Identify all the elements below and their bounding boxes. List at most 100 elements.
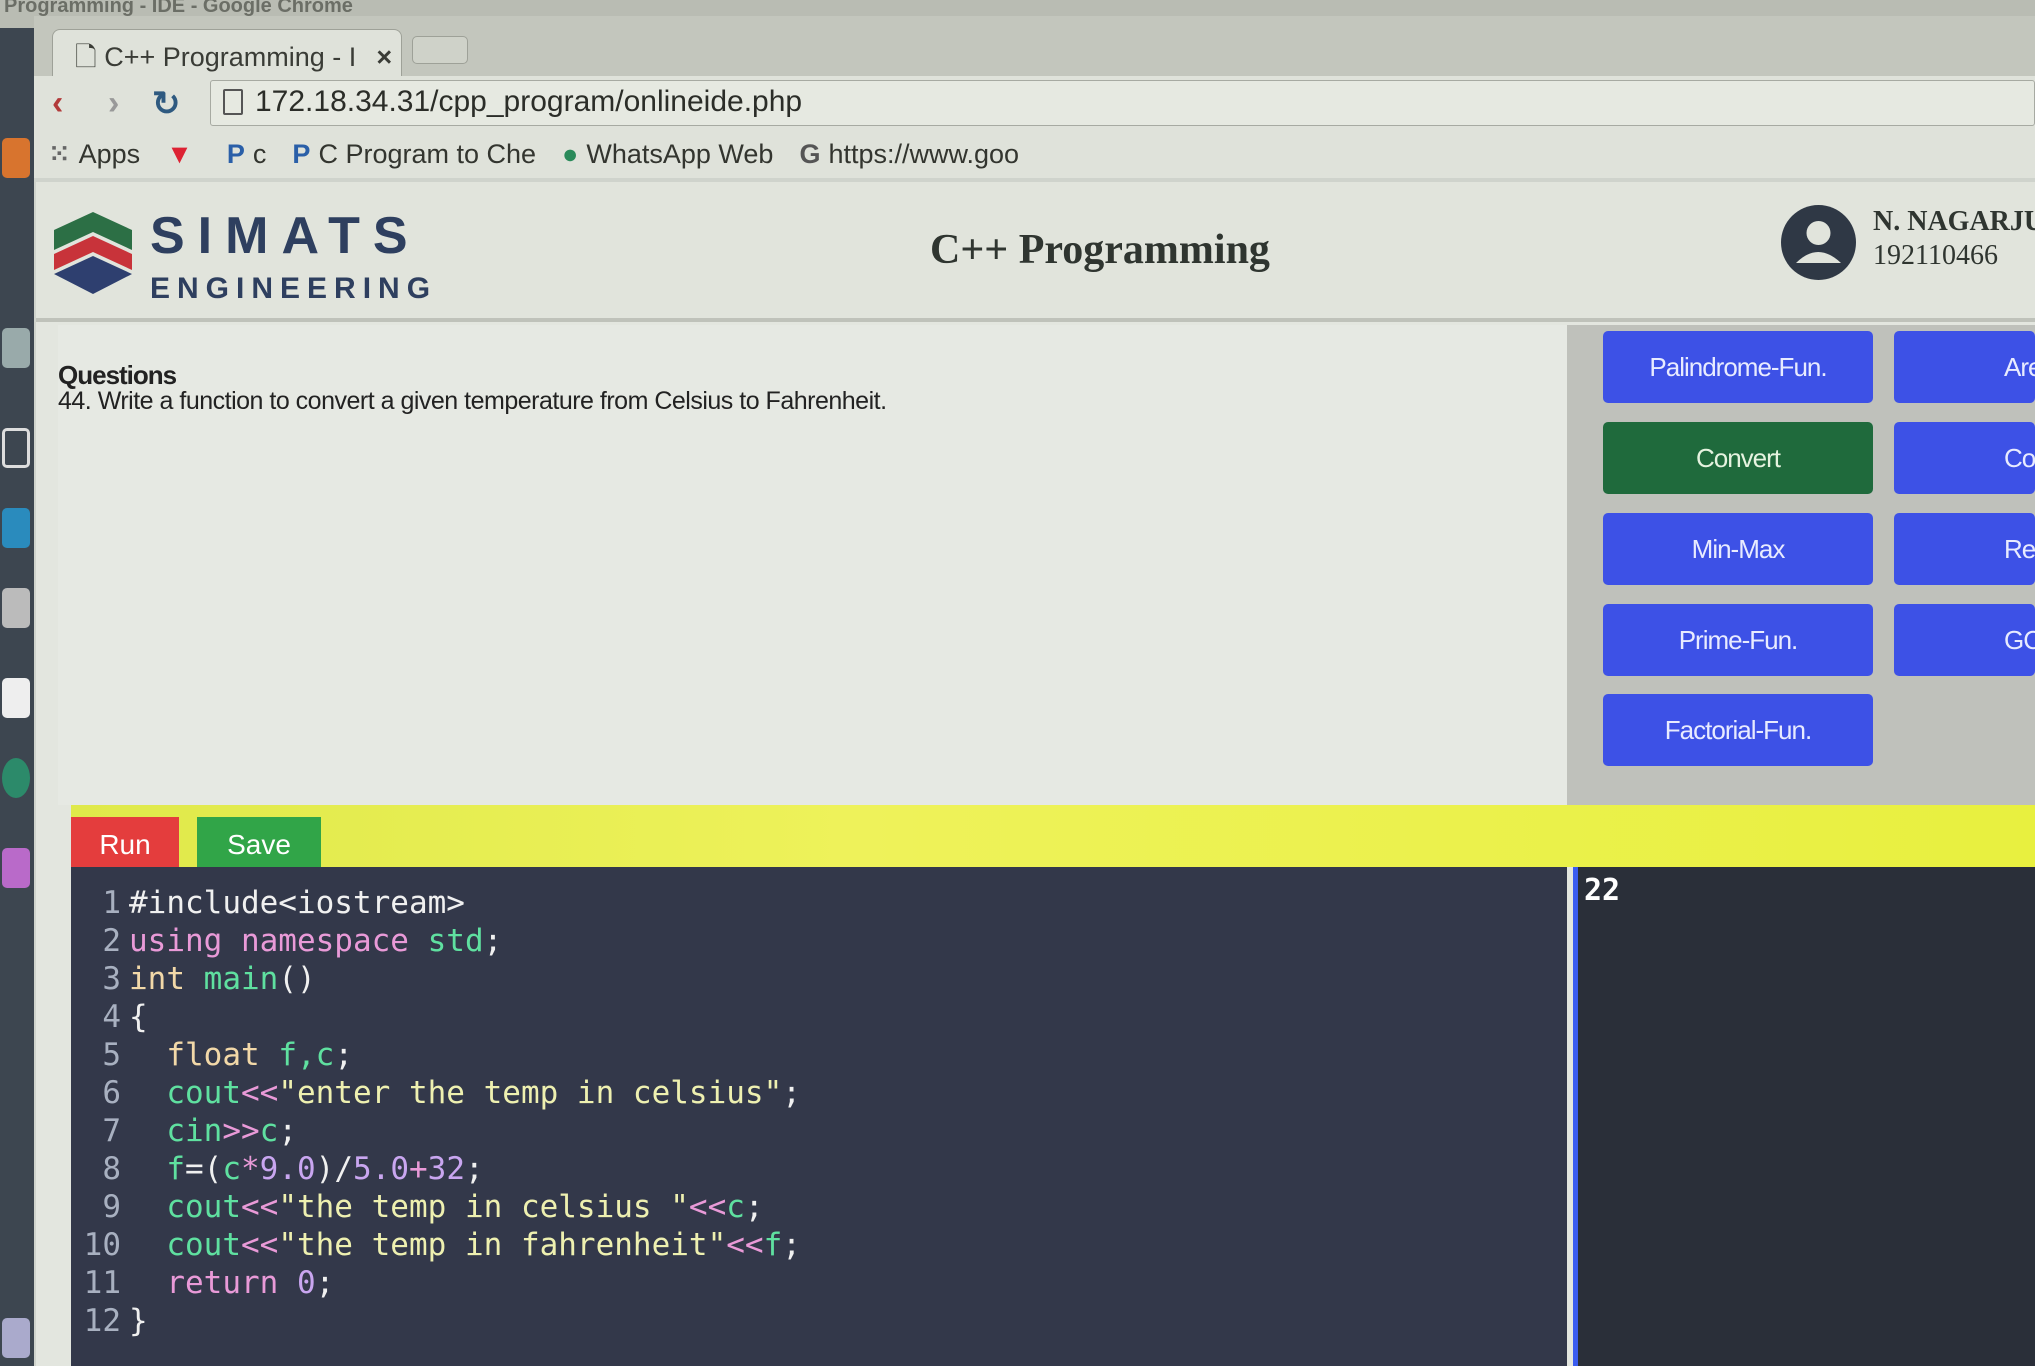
- dock-app-icon[interactable]: [2, 508, 30, 548]
- line-number: 12: [83, 1303, 121, 1339]
- code-line: 10 cout << "the temp in fahrenheit" << f;: [71, 1227, 1567, 1265]
- os-dock: [0, 28, 34, 1366]
- code-token: 5.0: [353, 1151, 409, 1187]
- dock-app-icon[interactable]: [2, 138, 30, 178]
- code-token: "the temp in celsius ": [278, 1189, 689, 1225]
- address-bar[interactable]: 172.18.34.31/cpp_program/onlineide.php: [210, 80, 2035, 126]
- code-token: 0: [296, 1265, 316, 1301]
- program-button[interactable]: Convert: [1603, 422, 1873, 494]
- line-number: 1: [102, 885, 121, 921]
- output-console: 22: [1573, 867, 2035, 1366]
- browser-tab[interactable]: 🗋 C++ Programming - I ×: [52, 29, 402, 77]
- bookmark-item[interactable]: ⁙ Apps: [48, 139, 140, 170]
- tab-close-icon[interactable]: ×: [376, 42, 392, 72]
- dock-trash-icon[interactable]: [2, 1318, 30, 1358]
- dock-software-icon[interactable]: [2, 758, 30, 798]
- new-tab-button[interactable]: [412, 36, 468, 64]
- code-token: <<: [240, 1227, 279, 1263]
- brand-subtitle: ENGINEERING: [150, 272, 438, 305]
- code-token: int: [129, 961, 204, 997]
- code-line: 5 float f,c;: [71, 1037, 1567, 1075]
- page-icon: [223, 89, 243, 115]
- code-token: =(: [185, 1151, 223, 1187]
- back-icon[interactable]: ‹: [52, 84, 63, 123]
- program-button[interactable]: Cou: [1894, 422, 2035, 494]
- bookmark-label: WhatsApp Web: [586, 138, 774, 169]
- code-line: 7 cin >> c;: [71, 1113, 1567, 1151]
- p-icon: P: [292, 138, 311, 169]
- code-token: ;: [465, 1151, 484, 1187]
- user-avatar-icon[interactable]: [1781, 205, 1856, 280]
- page-title: C++ Programming: [930, 227, 1270, 273]
- code-token: f: [763, 1227, 783, 1263]
- bookmark-item[interactable]: Pc: [227, 139, 267, 170]
- code-token: cout: [129, 1227, 241, 1263]
- line-number: 2: [102, 923, 121, 959]
- code-editor[interactable]: 1 #include<iostream> 2 using namespace std;…: [71, 867, 1567, 1366]
- question-text: 44. Write a function to convert a given …: [58, 387, 887, 415]
- program-button[interactable]: Are: [1894, 331, 2035, 403]
- bookmark-item[interactable]: ● WhatsApp Web: [562, 139, 773, 170]
- code-line: 6 cout << "enter the temp in celsius";: [71, 1075, 1567, 1113]
- program-button[interactable]: GCD-: [1894, 604, 2035, 676]
- apps-grid-icon: ⁙: [48, 138, 71, 169]
- code-line: 9 cout << "the temp in celsius " << c;: [71, 1189, 1567, 1227]
- code-token: main: [203, 961, 279, 997]
- code-line: 3 int main(): [71, 961, 1567, 999]
- dock-app-icon[interactable]: [2, 428, 30, 468]
- dock-app-icon[interactable]: [2, 328, 30, 368]
- dock-amazon-icon[interactable]: [2, 678, 30, 718]
- code-token: ;: [334, 1037, 353, 1073]
- tab-title: C++ Programming - I: [104, 42, 357, 72]
- reload-icon[interactable]: ↻: [152, 84, 181, 124]
- run-button[interactable]: Run: [71, 817, 179, 873]
- line-number: 6: [102, 1075, 121, 1111]
- save-button[interactable]: Save: [197, 817, 321, 873]
- line-number: 4: [102, 999, 121, 1035]
- program-button[interactable]: Reve: [1894, 513, 2035, 585]
- brand-name: SIMATS: [150, 207, 421, 265]
- program-button[interactable]: Prime-Fun.: [1603, 604, 1873, 676]
- dock-settings-icon[interactable]: [2, 588, 30, 628]
- code-token: f,c: [278, 1037, 335, 1073]
- code-token: ;: [782, 1227, 801, 1263]
- code-line: 8 f =(c * 9.0)/5.0 +32;: [71, 1151, 1567, 1189]
- program-button[interactable]: Factorial-Fun.: [1603, 694, 1873, 766]
- code-line: 11 return 0;: [71, 1265, 1567, 1303]
- program-button[interactable]: Palindrome-Fun.: [1603, 331, 1873, 403]
- code-token: <<: [726, 1227, 764, 1263]
- line-number: 7: [102, 1113, 121, 1149]
- code-token: }: [129, 1303, 148, 1339]
- code-line: 1 #include<iostream>: [71, 885, 1567, 923]
- bookmarks-bar: ⁙ Apps ▼ Pc P C Program to Che ● WhatsApp Web Gh…: [48, 136, 1019, 172]
- line-number: 9: [102, 1189, 121, 1225]
- code-token: c: [222, 1151, 241, 1187]
- code-token: "enter the temp in celsius": [278, 1075, 783, 1111]
- code-token: <<: [240, 1075, 279, 1111]
- dock-app-icon[interactable]: [2, 848, 30, 888]
- code-token: ;: [315, 1265, 335, 1301]
- bookmark-item[interactable]: ▼: [166, 139, 201, 170]
- code-token: *: [241, 1151, 260, 1187]
- forward-icon[interactable]: ›: [108, 84, 119, 123]
- url-text: 172.18.34.31/cpp_program/onlineide.php: [255, 85, 803, 118]
- code-token: >>: [222, 1113, 260, 1149]
- code-line: 12}: [71, 1303, 1567, 1341]
- simats-logo-icon: [54, 212, 132, 294]
- line-number: 5: [102, 1037, 121, 1073]
- code-token: <<: [240, 1189, 279, 1225]
- code-token: "the temp in fahrenheit": [278, 1227, 727, 1263]
- page-icon: 🗋: [75, 42, 105, 72]
- line-number: 10: [83, 1227, 121, 1263]
- bookmark-item[interactable]: Ghttps://www.goo: [799, 139, 1019, 170]
- code-token: c: [259, 1113, 279, 1149]
- code-token: cout: [129, 1075, 241, 1111]
- bookmark-item[interactable]: PC Program to Che: [292, 139, 536, 170]
- line-number: 8: [102, 1151, 121, 1187]
- program-button[interactable]: Min-Max: [1603, 513, 1873, 585]
- code-token: )/: [315, 1151, 353, 1187]
- code-token: std: [427, 923, 484, 959]
- code-token: ;: [782, 1075, 801, 1111]
- action-bar: [71, 805, 2035, 867]
- google-icon: G: [799, 138, 821, 169]
